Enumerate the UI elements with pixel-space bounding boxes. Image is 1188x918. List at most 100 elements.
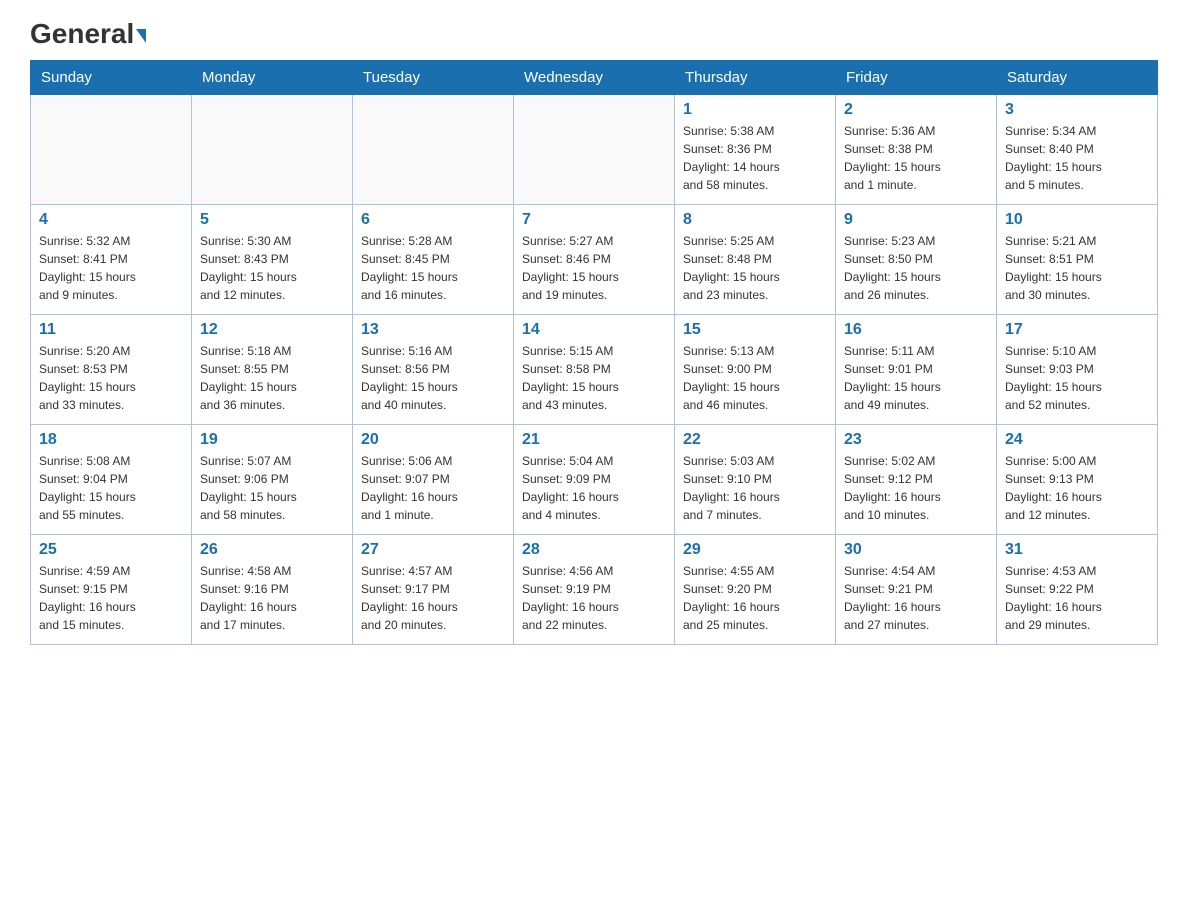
day-cell: 25 Sunrise: 4:59 AMSunset: 9:15 PMDayligh…: [31, 535, 192, 645]
day-cell: 24Sunrise: 5:00 AMSunset: 9:13 PMDayligh…: [997, 425, 1158, 535]
day-number: 12: [200, 321, 344, 339]
day-number: 27: [361, 541, 505, 559]
logo: General: [30, 20, 146, 50]
day-number: 26: [200, 541, 344, 559]
day-info: Sunrise: 5:16 AMSunset: 8:56 PMDaylight:…: [361, 342, 505, 414]
day-number: 22: [683, 431, 827, 449]
day-number: 11: [39, 321, 183, 339]
day-cell: 12 Sunrise: 5:18 AMSunset: 8:55 PMDayligh…: [192, 315, 353, 425]
day-info: Sunrise: 4:57 AMSunset: 9:17 PMDaylight:…: [361, 562, 505, 634]
day-cell: 29 Sunrise: 4:55 AMSunset: 9:20 PMDayligh…: [675, 535, 836, 645]
day-cell: 13Sunrise: 5:16 AMSunset: 8:56 PMDayligh…: [353, 315, 514, 425]
day-info: Sunrise: 5:36 AMSunset: 8:38 PMDaylight:…: [844, 122, 988, 194]
day-number: 29: [683, 541, 827, 559]
day-info: Sunrise: 5:38 AMSunset: 8:36 PMDaylight:…: [683, 122, 827, 194]
weekday-header-monday: Monday: [192, 61, 353, 95]
day-number: 17: [1005, 321, 1149, 339]
day-number: 3: [1005, 101, 1149, 119]
day-info: Sunrise: 5:03 AMSunset: 9:10 PMDaylight:…: [683, 452, 827, 524]
day-info: Sunrise: 5:27 AMSunset: 8:46 PMDaylight:…: [522, 232, 666, 304]
weekday-header-saturday: Saturday: [997, 61, 1158, 95]
day-cell: 9 Sunrise: 5:23 AMSunset: 8:50 PMDaylight…: [836, 205, 997, 315]
day-info: Sunrise: 4:56 AMSunset: 9:19 PMDaylight:…: [522, 562, 666, 634]
day-number: 28: [522, 541, 666, 559]
day-cell: 7Sunrise: 5:27 AMSunset: 8:46 PMDaylight…: [514, 205, 675, 315]
day-info: Sunrise: 5:00 AMSunset: 9:13 PMDaylight:…: [1005, 452, 1149, 524]
day-cell: 20 Sunrise: 5:06 AMSunset: 9:07 PMDayligh…: [353, 425, 514, 535]
day-info: Sunrise: 5:28 AMSunset: 8:45 PMDaylight:…: [361, 232, 505, 304]
day-info: Sunrise: 4:53 AMSunset: 9:22 PMDaylight:…: [1005, 562, 1149, 634]
day-cell: 17 Sunrise: 5:10 AMSunset: 9:03 PMDayligh…: [997, 315, 1158, 425]
day-cell: 14 Sunrise: 5:15 AMSunset: 8:58 PMDayligh…: [514, 315, 675, 425]
day-cell: 31 Sunrise: 4:53 AMSunset: 9:22 PMDayligh…: [997, 535, 1158, 645]
day-cell: 18 Sunrise: 5:08 AMSunset: 9:04 PMDayligh…: [31, 425, 192, 535]
day-info: Sunrise: 4:58 AMSunset: 9:16 PMDaylight:…: [200, 562, 344, 634]
logo-main: General: [30, 20, 146, 48]
day-cell: 4Sunrise: 5:32 AMSunset: 8:41 PMDaylight…: [31, 205, 192, 315]
day-cell: 15 Sunrise: 5:13 AMSunset: 9:00 PMDayligh…: [675, 315, 836, 425]
day-number: 14: [522, 321, 666, 339]
day-info: Sunrise: 5:18 AMSunset: 8:55 PMDaylight:…: [200, 342, 344, 414]
day-cell: 11 Sunrise: 5:20 AMSunset: 8:53 PMDayligh…: [31, 315, 192, 425]
week-row-4: 18 Sunrise: 5:08 AMSunset: 9:04 PMDayligh…: [31, 425, 1158, 535]
day-info: Sunrise: 5:25 AMSunset: 8:48 PMDaylight:…: [683, 232, 827, 304]
day-info: Sunrise: 5:08 AMSunset: 9:04 PMDaylight:…: [39, 452, 183, 524]
week-row-5: 25 Sunrise: 4:59 AMSunset: 9:15 PMDayligh…: [31, 535, 1158, 645]
day-info: Sunrise: 5:02 AMSunset: 9:12 PMDaylight:…: [844, 452, 988, 524]
day-number: 18: [39, 431, 183, 449]
day-number: 19: [200, 431, 344, 449]
day-info: Sunrise: 5:23 AMSunset: 8:50 PMDaylight:…: [844, 232, 988, 304]
day-number: 10: [1005, 211, 1149, 229]
day-number: 6: [361, 211, 505, 229]
day-number: 9: [844, 211, 988, 229]
day-number: 30: [844, 541, 988, 559]
day-info: Sunrise: 5:32 AMSunset: 8:41 PMDaylight:…: [39, 232, 183, 304]
week-row-2: 4Sunrise: 5:32 AMSunset: 8:41 PMDaylight…: [31, 205, 1158, 315]
week-row-3: 11 Sunrise: 5:20 AMSunset: 8:53 PMDayligh…: [31, 315, 1158, 425]
day-number: 20: [361, 431, 505, 449]
day-info: Sunrise: 5:21 AMSunset: 8:51 PMDaylight:…: [1005, 232, 1149, 304]
day-info: Sunrise: 4:54 AMSunset: 9:21 PMDaylight:…: [844, 562, 988, 634]
day-info: Sunrise: 5:11 AMSunset: 9:01 PMDaylight:…: [844, 342, 988, 414]
day-cell: [514, 95, 675, 205]
day-info: Sunrise: 5:20 AMSunset: 8:53 PMDaylight:…: [39, 342, 183, 414]
day-cell: [31, 95, 192, 205]
day-number: 21: [522, 431, 666, 449]
day-cell: 27 Sunrise: 4:57 AMSunset: 9:17 PMDayligh…: [353, 535, 514, 645]
day-info: Sunrise: 4:59 AMSunset: 9:15 PMDaylight:…: [39, 562, 183, 634]
day-cell: 30 Sunrise: 4:54 AMSunset: 9:21 PMDayligh…: [836, 535, 997, 645]
day-number: 16: [844, 321, 988, 339]
week-row-1: 1Sunrise: 5:38 AMSunset: 8:36 PMDaylight…: [31, 95, 1158, 205]
weekday-header-row: SundayMondayTuesdayWednesdayThursdayFrid…: [31, 61, 1158, 95]
day-cell: [353, 95, 514, 205]
day-number: 31: [1005, 541, 1149, 559]
day-cell: 28 Sunrise: 4:56 AMSunset: 9:19 PMDayligh…: [514, 535, 675, 645]
day-info: Sunrise: 4:55 AMSunset: 9:20 PMDaylight:…: [683, 562, 827, 634]
day-number: 15: [683, 321, 827, 339]
weekday-header-thursday: Thursday: [675, 61, 836, 95]
day-number: 25: [39, 541, 183, 559]
day-cell: 5 Sunrise: 5:30 AMSunset: 8:43 PMDaylight…: [192, 205, 353, 315]
day-cell: 6 Sunrise: 5:28 AMSunset: 8:45 PMDaylight…: [353, 205, 514, 315]
day-cell: 26 Sunrise: 4:58 AMSunset: 9:16 PMDayligh…: [192, 535, 353, 645]
day-info: Sunrise: 5:30 AMSunset: 8:43 PMDaylight:…: [200, 232, 344, 304]
day-cell: 2 Sunrise: 5:36 AMSunset: 8:38 PMDaylight…: [836, 95, 997, 205]
day-number: 2: [844, 101, 988, 119]
page-header: General: [30, 20, 1158, 50]
day-cell: 22 Sunrise: 5:03 AMSunset: 9:10 PMDayligh…: [675, 425, 836, 535]
day-cell: 16 Sunrise: 5:11 AMSunset: 9:01 PMDayligh…: [836, 315, 997, 425]
day-number: 5: [200, 211, 344, 229]
weekday-header-sunday: Sunday: [31, 61, 192, 95]
day-cell: 1Sunrise: 5:38 AMSunset: 8:36 PMDaylight…: [675, 95, 836, 205]
weekday-header-tuesday: Tuesday: [353, 61, 514, 95]
day-info: Sunrise: 5:04 AMSunset: 9:09 PMDaylight:…: [522, 452, 666, 524]
day-info: Sunrise: 5:13 AMSunset: 9:00 PMDaylight:…: [683, 342, 827, 414]
day-number: 8: [683, 211, 827, 229]
day-info: Sunrise: 5:15 AMSunset: 8:58 PMDaylight:…: [522, 342, 666, 414]
day-info: Sunrise: 5:07 AMSunset: 9:06 PMDaylight:…: [200, 452, 344, 524]
day-info: Sunrise: 5:06 AMSunset: 9:07 PMDaylight:…: [361, 452, 505, 524]
day-cell: 19 Sunrise: 5:07 AMSunset: 9:06 PMDayligh…: [192, 425, 353, 535]
day-cell: 23Sunrise: 5:02 AMSunset: 9:12 PMDayligh…: [836, 425, 997, 535]
day-info: Sunrise: 5:10 AMSunset: 9:03 PMDaylight:…: [1005, 342, 1149, 414]
weekday-header-wednesday: Wednesday: [514, 61, 675, 95]
